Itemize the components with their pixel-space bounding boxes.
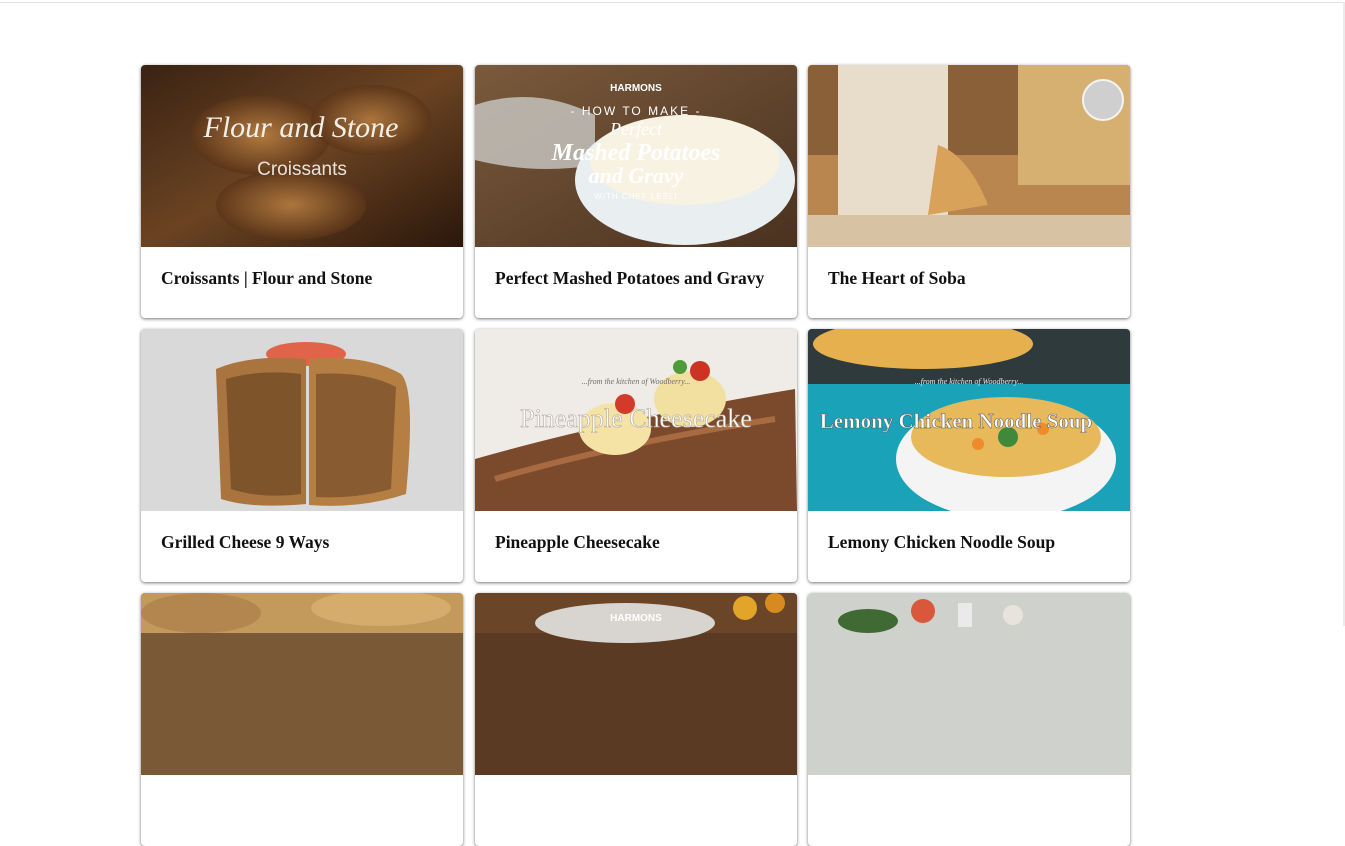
video-card-harmons-dish[interactable]: HARMONS (475, 593, 797, 846)
chicken-noodle-soup-image[interactable]: ...from the kitchen of Woodberry... Lemo… (808, 329, 1130, 511)
video-title[interactable]: The Heart of Soba (828, 268, 1118, 289)
overlay-line: Flour and Stone (203, 111, 399, 144)
video-card-grilled-cheese[interactable]: Grilled Cheese 9 Ways (141, 329, 463, 582)
video-card-pineapple-cheesecake[interactable]: ...from the kitchen of Woodberry... Pine… (475, 329, 797, 582)
vegetables-image[interactable] (808, 593, 1130, 775)
overlay-line: Lemony Chicken Noodle Soup (820, 409, 1092, 433)
video-title[interactable]: Grilled Cheese 9 Ways (161, 532, 451, 553)
croissants-image[interactable]: Flour and Stone Croissants (141, 65, 463, 247)
overlay-line: and Gravy (589, 163, 684, 188)
overlay-line: ...from the kitchen of Woodberry... (582, 377, 691, 386)
video-card-mashed-potatoes[interactable]: HARMONS - HOW TO MAKE - Perfect Mashed P… (475, 65, 797, 318)
grilled-cheese-image[interactable] (141, 329, 463, 511)
overlay-line: WITH CHEF LESLI (594, 192, 677, 201)
video-title[interactable]: Perfect Mashed Potatoes and Gravy (495, 268, 785, 289)
mashed-potatoes-image[interactable]: HARMONS - HOW TO MAKE - Perfect Mashed P… (475, 65, 797, 247)
overlay-line: - HOW TO MAKE - (571, 104, 702, 118)
pineapple-cheesecake-image[interactable]: ...from the kitchen of Woodberry... Pine… (475, 329, 797, 511)
video-title[interactable]: Croissants | Flour and Stone (161, 268, 451, 289)
overlay-line: Croissants (257, 159, 347, 180)
overlay-line: Perfect (609, 119, 663, 139)
video-title[interactable]: Pineapple Cheesecake (495, 532, 785, 553)
overlay-line: Pineapple Cheesecake (520, 404, 752, 433)
soba-image[interactable] (808, 65, 1130, 247)
video-card-grid: Flour and Stone Croissants Croissants | … (0, 0, 1345, 846)
bread-image[interactable] (141, 593, 463, 775)
video-title[interactable]: Lemony Chicken Noodle Soup (828, 532, 1118, 553)
video-card-croissants[interactable]: Flour and Stone Croissants Croissants | … (141, 65, 463, 318)
harmons-dish-image[interactable]: HARMONS (475, 593, 797, 775)
video-card-chicken-noodle-soup[interactable]: ...from the kitchen of Woodberry... Lemo… (808, 329, 1130, 582)
video-card-soba[interactable]: The Heart of Soba (808, 65, 1130, 318)
video-card-vegetables[interactable] (808, 593, 1130, 846)
overlay-line: ...from the kitchen of Woodberry... (915, 377, 1024, 386)
overlay-line: HARMONS (610, 613, 662, 624)
video-card-bread[interactable] (141, 593, 463, 846)
overlay-line: HARMONS (610, 83, 662, 94)
